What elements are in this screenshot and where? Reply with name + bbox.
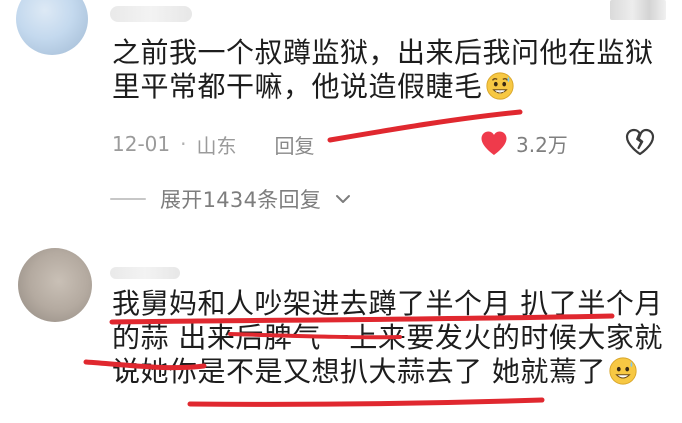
- grinning-sweat-face-emoji: [609, 357, 637, 385]
- grinning-sweat-face-emoji: [485, 72, 514, 100]
- comment-text: 之前我一个叔蹲监狱，出来后我问他在监狱里平常都干嘛，他说造假睫毛: [112, 36, 672, 104]
- avatar[interactable]: [16, 0, 88, 55]
- reply-button[interactable]: 回复: [274, 130, 314, 159]
- avatar[interactable]: [18, 248, 92, 322]
- comment-text-content: 我舅妈和人吵架进去蹲了半个月 扒了半个月的蒜 出来后脾气一上来要发火的时候大家就…: [112, 287, 663, 388]
- expand-replies-button[interactable]: 展开1434条回复: [110, 183, 351, 215]
- username-blurred: [110, 6, 192, 22]
- comment-separator: [0, 226, 682, 227]
- underline-stroke-5: [187, 397, 545, 407]
- blurred-corner-area: [610, 0, 666, 20]
- comment-meta-row: 12-01 · 山东 回复: [112, 130, 314, 158]
- expand-divider-line: [110, 198, 146, 200]
- comment-date: 12-01: [112, 132, 171, 156]
- comment-text: 我舅妈和人吵架进去蹲了半个月 扒了半个月的蒜 出来后脾气一上来要发火的时候大家就…: [112, 287, 668, 389]
- expand-replies-label: 展开1434条回复: [160, 188, 322, 212]
- meta-separator: ·: [180, 132, 187, 156]
- comment-text-content: 之前我一个叔蹲监狱，出来后我问他在监狱里平常都干嘛，他说造假睫毛: [112, 36, 654, 103]
- broken-heart-icon[interactable]: [624, 127, 656, 157]
- username-blurred: [110, 267, 180, 279]
- chevron-down-icon: [336, 195, 351, 203]
- like-button[interactable]: 3.2万: [480, 128, 568, 158]
- comment-location: 山东: [196, 133, 237, 158]
- like-count: 3.2万: [516, 132, 568, 157]
- heart-icon: [481, 131, 507, 155]
